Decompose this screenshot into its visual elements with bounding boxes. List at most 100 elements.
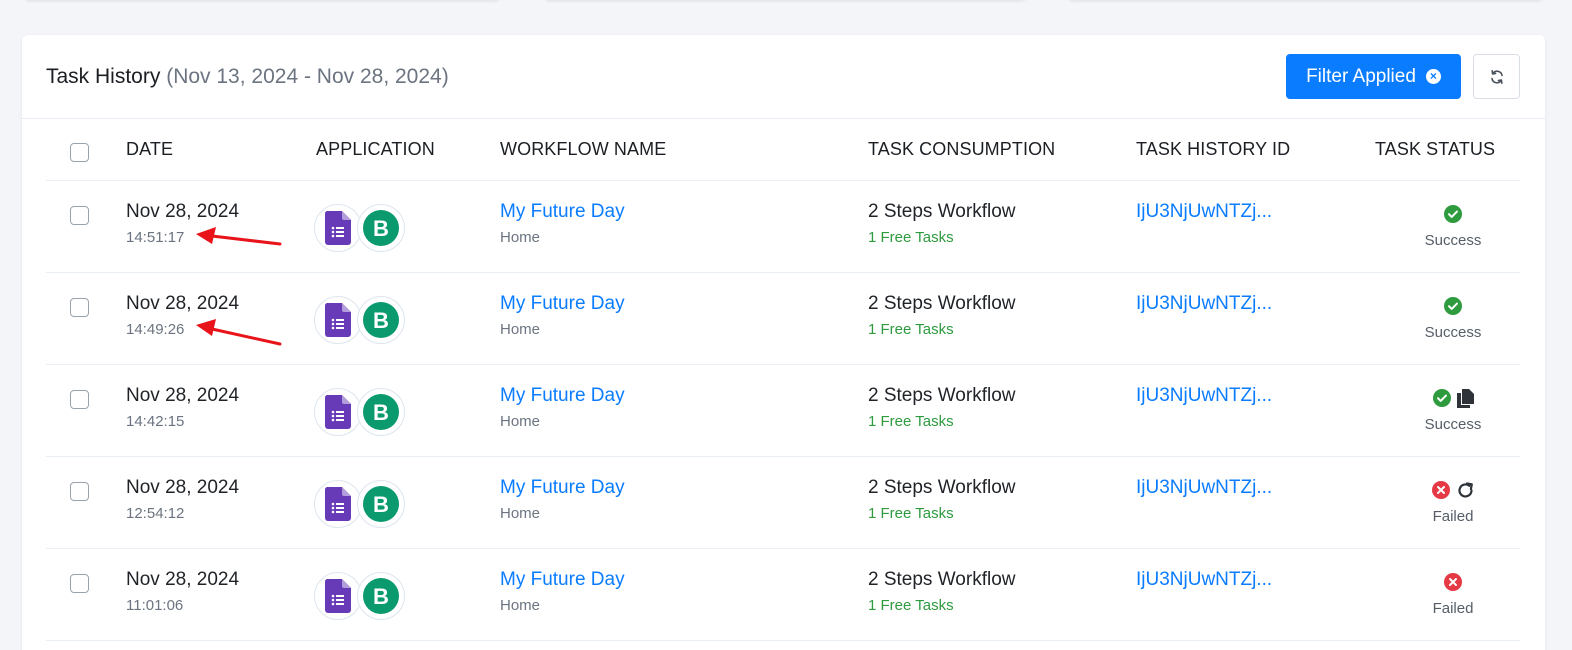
svg-text:B: B — [373, 216, 389, 241]
svg-text:B: B — [373, 492, 389, 517]
task-time: 14:42:15 — [126, 413, 185, 430]
x-circle-icon — [1431, 481, 1450, 501]
application-icons: B — [314, 204, 406, 252]
workflow-name-link[interactable]: My Future Day — [500, 293, 625, 315]
clear-filter-icon[interactable]: × — [1425, 69, 1441, 84]
refresh-icon — [1490, 69, 1503, 84]
task-date: Nov 28, 2024 — [126, 385, 240, 406]
application-icons: B — [314, 572, 406, 620]
task-history-panel: Task History (Nov 13, 2024 - Nov 28, 202… — [22, 35, 1545, 650]
workflow-folder: Home — [500, 597, 541, 614]
table-header: DATE APPLICATION WORKFLOW NAME TASK CONS… — [46, 119, 1520, 181]
task-history-id-link[interactable]: IjU3NjUwNTZj... — [1136, 477, 1272, 499]
status-icons — [1395, 573, 1511, 593]
task-history-id-link[interactable]: IjU3NjUwNTZj... — [1136, 569, 1272, 591]
status-label: Success — [1424, 324, 1482, 341]
workflow-folder: Home — [500, 413, 541, 430]
select-all-checkbox[interactable] — [70, 143, 89, 162]
application-icons: B — [314, 388, 406, 436]
free-tasks-count: 1 Free Tasks — [868, 505, 954, 522]
retry-icon[interactable] — [1456, 481, 1475, 501]
row-checkbox[interactable] — [70, 574, 89, 593]
workflow-name-link[interactable]: My Future Day — [500, 569, 625, 591]
column-header-application[interactable]: APPLICATION — [316, 139, 435, 160]
workflow-folder: Home — [500, 505, 541, 522]
filter-button-label: Filter Applied — [1306, 65, 1416, 87]
task-status: Failed — [1395, 573, 1511, 617]
task-consumption: 2 Steps Workflow — [868, 569, 1016, 590]
check-circle-icon — [1444, 297, 1462, 317]
workflow-name-link[interactable]: My Future Day — [500, 201, 625, 223]
svg-text:B: B — [373, 308, 389, 333]
workflow-folder: Home — [500, 229, 541, 246]
table-row[interactable]: Nov 28, 2024 14:49:26 B My Future Day Ho… — [46, 273, 1520, 365]
task-history-table: DATE APPLICATION WORKFLOW NAME TASK CONS… — [46, 119, 1520, 641]
task-history-id-link[interactable]: IjU3NjUwNTZj... — [1136, 385, 1272, 407]
task-status: Success — [1395, 389, 1511, 433]
row-checkbox[interactable] — [70, 298, 89, 317]
status-label: Failed — [1432, 600, 1474, 617]
status-icons — [1395, 205, 1511, 225]
check-circle-icon — [1432, 389, 1451, 409]
brevo-icon: B — [357, 204, 405, 252]
brevo-icon: B — [357, 388, 405, 436]
status-icons — [1395, 481, 1511, 501]
table-row[interactable]: Nov 28, 2024 11:01:06 B My Future Day Ho… — [46, 549, 1520, 641]
status-label: Failed — [1432, 508, 1474, 525]
brevo-icon: B — [357, 296, 405, 344]
check-circle-icon — [1444, 205, 1462, 225]
row-checkbox[interactable] — [70, 482, 89, 501]
status-label: Success — [1424, 416, 1482, 433]
column-header-task-consumption[interactable]: TASK CONSUMPTION — [868, 139, 1055, 160]
task-date: Nov 28, 2024 — [126, 293, 240, 314]
table-row[interactable]: Nov 28, 2024 14:51:17 B My Future Day Ho… — [46, 181, 1520, 273]
task-history-id-link[interactable]: IjU3NjUwNTZj... — [1136, 293, 1272, 315]
column-header-date[interactable]: DATE — [126, 139, 173, 160]
task-date: Nov 28, 2024 — [126, 569, 240, 590]
task-consumption: 2 Steps Workflow — [868, 477, 1016, 498]
title-text: Task History — [46, 65, 161, 88]
task-status: Success — [1395, 205, 1511, 249]
table-body: Nov 28, 2024 14:51:17 B My Future Day Ho… — [46, 181, 1520, 641]
brevo-icon: B — [357, 572, 405, 620]
google-forms-icon — [314, 296, 362, 344]
task-history-id-link[interactable]: IjU3NjUwNTZj... — [1136, 201, 1272, 223]
table-row[interactable]: Nov 28, 2024 12:54:12 B My Future Day Ho… — [46, 457, 1520, 549]
svg-text:B: B — [373, 584, 389, 609]
date-range: (Nov 13, 2024 - Nov 28, 2024) — [166, 65, 449, 88]
application-icons: B — [314, 296, 406, 344]
google-forms-icon — [314, 388, 362, 436]
google-forms-icon — [314, 480, 362, 528]
task-time: 14:49:26 — [126, 321, 185, 338]
google-forms-icon — [314, 572, 362, 620]
task-time: 11:01:06 — [126, 597, 184, 614]
column-header-workflow-name[interactable]: WORKFLOW NAME — [500, 139, 666, 160]
column-header-task-status[interactable]: TASK STATUS — [1375, 139, 1495, 160]
status-icons — [1395, 389, 1511, 409]
application-icons: B — [314, 480, 406, 528]
x-circle-icon — [1444, 573, 1462, 593]
page-title: Task History (Nov 13, 2024 - Nov 28, 202… — [46, 65, 449, 89]
task-time: 12:54:12 — [126, 505, 185, 522]
free-tasks-count: 1 Free Tasks — [868, 597, 954, 614]
panel-header: Task History (Nov 13, 2024 - Nov 28, 202… — [22, 35, 1545, 119]
free-tasks-count: 1 Free Tasks — [868, 229, 954, 246]
task-consumption: 2 Steps Workflow — [868, 385, 1016, 406]
workflow-folder: Home — [500, 321, 541, 338]
task-status: Success — [1395, 297, 1511, 341]
task-consumption: 2 Steps Workflow — [868, 293, 1016, 314]
column-header-task-history-id[interactable]: TASK HISTORY ID — [1136, 139, 1290, 160]
table-row[interactable]: Nov 28, 2024 14:42:15 B My Future Day Ho… — [46, 365, 1520, 457]
copy-icon[interactable] — [1456, 389, 1474, 409]
refresh-button[interactable] — [1473, 54, 1520, 99]
task-consumption: 2 Steps Workflow — [868, 201, 1016, 222]
row-checkbox[interactable] — [70, 390, 89, 409]
status-icons — [1395, 297, 1511, 317]
workflow-name-link[interactable]: My Future Day — [500, 385, 625, 407]
google-forms-icon — [314, 204, 362, 252]
row-checkbox[interactable] — [70, 206, 89, 225]
free-tasks-count: 1 Free Tasks — [868, 413, 954, 430]
workflow-name-link[interactable]: My Future Day — [500, 477, 625, 499]
task-date: Nov 28, 2024 — [126, 477, 240, 498]
filter-applied-button[interactable]: Filter Applied × — [1286, 54, 1461, 99]
